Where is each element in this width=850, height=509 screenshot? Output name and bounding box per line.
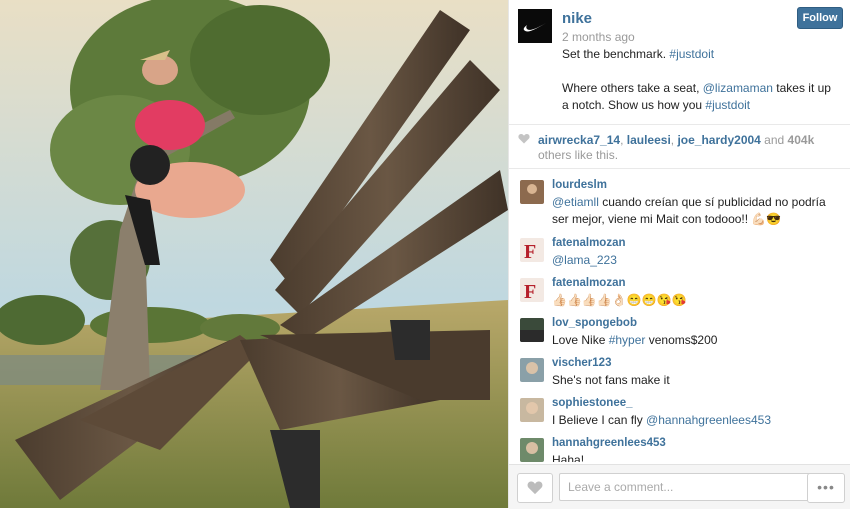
hashtag-link[interactable]: #justdoit	[705, 98, 750, 112]
mention-link[interactable]: @lizamaman	[703, 81, 773, 95]
comment-text: Love Nike #hyper venoms$200	[552, 332, 837, 349]
post-timestamp[interactable]: 2 months ago	[562, 30, 635, 44]
instagram-post-view: nike 2 months ago Follow Set the benchma…	[0, 0, 850, 509]
comment-list[interactable]: lourdeslm @etiamll cuando creían que sí …	[509, 172, 850, 462]
svg-text:F: F	[524, 241, 536, 262]
likes-connector: and	[760, 133, 788, 147]
comment-username[interactable]: sophiestonee_	[552, 397, 633, 409]
post-caption: Set the benchmark. #justdoit Where other…	[562, 46, 832, 114]
heart-icon	[518, 133, 530, 144]
comment-input[interactable]	[559, 473, 817, 501]
likes-summary: airwrecka7_14, lauleesi, joe_hardy2004 a…	[509, 124, 850, 169]
liker-link[interactable]: lauleesi	[627, 133, 671, 147]
mention-link[interactable]: @lama_223	[552, 253, 617, 267]
comment-text: Haha!	[552, 453, 585, 462]
comment-body: Love Nike	[552, 333, 609, 347]
nike-swoosh-logo-icon	[523, 23, 546, 32]
post-photo[interactable]	[0, 0, 508, 508]
mention-link[interactable]: @hannahgreenlees453	[646, 413, 771, 427]
comment-username[interactable]: lov_spongebob	[552, 317, 637, 329]
post-username[interactable]: nike	[562, 10, 592, 27]
svg-text:F: F	[524, 281, 536, 302]
avatar[interactable]	[520, 180, 544, 204]
like-button[interactable]	[517, 473, 553, 503]
comment-username[interactable]: fatenalmozan	[552, 237, 626, 249]
comment-text: She's not fans make it	[552, 373, 670, 387]
post-side-panel: nike 2 months ago Follow Set the benchma…	[508, 0, 850, 509]
ellipsis-icon: •••	[817, 479, 835, 495]
avatar[interactable]	[520, 438, 544, 462]
comment-text: @lama_223	[552, 252, 837, 269]
mention-link[interactable]: @etiamll	[552, 195, 599, 209]
avatar[interactable]: F	[520, 238, 544, 262]
avatar[interactable]	[520, 318, 544, 342]
post-header: nike 2 months ago Follow Set the benchma…	[509, 0, 850, 125]
avatar[interactable]	[520, 398, 544, 422]
likes-count[interactable]: 404k	[788, 133, 815, 147]
follow-button[interactable]: Follow	[797, 7, 843, 29]
liker-link[interactable]: joe_hardy2004	[677, 133, 760, 147]
avatar[interactable]: F	[520, 278, 544, 302]
comment-composer: •••	[509, 464, 850, 509]
hashtag-link[interactable]: #hyper	[609, 333, 646, 347]
likes-suffix: others like this.	[538, 148, 619, 162]
comment-body: venoms$200	[645, 333, 718, 347]
avatar[interactable]	[518, 9, 552, 43]
comment-username[interactable]: hannahgreenlees453	[552, 437, 666, 449]
heart-icon	[527, 481, 543, 495]
caption-text: Where others take a seat,	[562, 81, 703, 95]
likes-text: airwrecka7_14, lauleesi, joe_hardy2004 a…	[538, 133, 815, 162]
comment-body: I Believe I can fly	[552, 413, 647, 427]
comment-username[interactable]: lourdeslm	[552, 179, 607, 191]
comment-username[interactable]: fatenalmozan	[552, 277, 626, 289]
post-photo-image	[0, 0, 508, 508]
more-options-button[interactable]: •••	[807, 473, 845, 503]
comment-text: I Believe I can fly @hannahgreenlees453	[552, 412, 837, 429]
hashtag-link[interactable]: #justdoit	[669, 47, 714, 61]
comment-text: 👍🏻👍🏻👍🏻👍🏻👌🏻😁😁😘😘	[552, 293, 687, 307]
caption-text: Set the benchmark.	[562, 47, 670, 61]
liker-link[interactable]: airwrecka7_14	[538, 133, 620, 147]
comment-text: @etiamll cuando creían que sí publicidad…	[552, 194, 837, 228]
comment-username[interactable]: vischer123	[552, 357, 611, 369]
avatar[interactable]	[520, 358, 544, 382]
